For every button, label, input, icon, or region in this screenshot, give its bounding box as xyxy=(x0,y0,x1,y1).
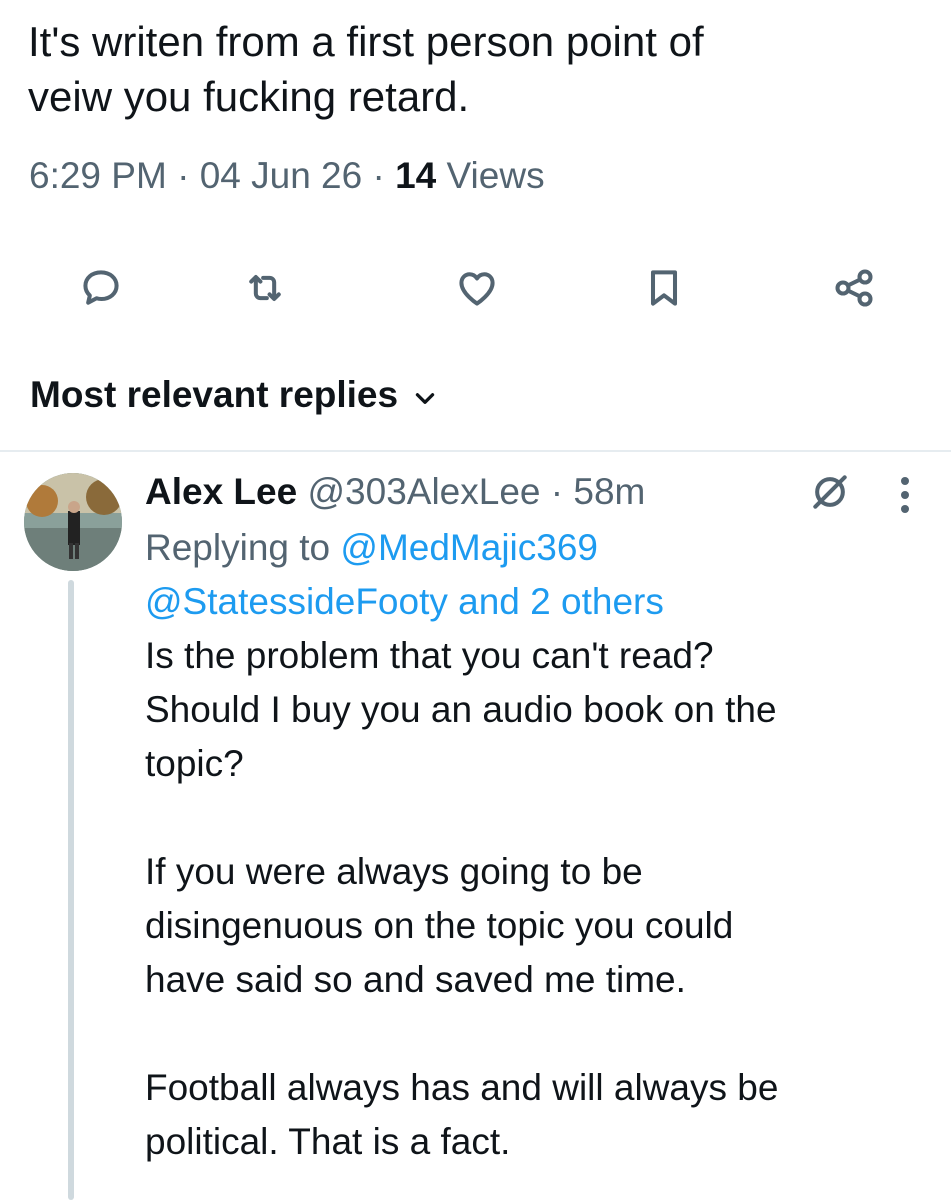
share-button[interactable] xyxy=(824,258,884,318)
replying-prefix: Replying to xyxy=(145,527,331,568)
share-icon xyxy=(835,269,873,307)
reply-age[interactable]: 58m xyxy=(573,471,645,512)
replies-sort-label: Most relevant replies xyxy=(30,374,399,415)
replying-to: Replying to @MedMajic369 @StatessideFoot… xyxy=(145,521,935,629)
bookmark-icon xyxy=(650,270,678,306)
reply-line: have said so and saved me time. xyxy=(145,959,686,1000)
reply-line: If you were always going to be xyxy=(145,851,643,892)
reply-line: political. That is a fact. xyxy=(145,1121,511,1162)
like-button[interactable] xyxy=(447,258,507,318)
chevron-down-icon xyxy=(415,393,435,404)
reply-line: Football always has and will always be xyxy=(145,1067,779,1108)
reply-line: disingenuous on the topic you could xyxy=(145,905,734,946)
tweet-text-line: It's writen from a first person point of xyxy=(28,18,704,65)
replying-user-link[interactable]: @MedMajic369 xyxy=(340,527,598,568)
bookmark-button[interactable] xyxy=(634,258,694,318)
reply-line: Is the problem that you can't read? xyxy=(145,635,714,676)
reply-line: Should I buy you an audio book on the xyxy=(145,689,777,730)
retweet-icon xyxy=(249,274,281,302)
action-bar xyxy=(0,258,951,318)
thread-line xyxy=(68,580,74,1200)
reply-author-handle[interactable]: @303AlexLee xyxy=(307,471,540,512)
tweet-date[interactable]: 04 Jun 26 xyxy=(200,155,363,196)
replies-sort-dropdown[interactable]: Most relevant replies xyxy=(30,370,438,420)
meta-separator: · xyxy=(177,155,190,196)
avatar[interactable] xyxy=(24,473,122,571)
reply-button[interactable] xyxy=(71,258,131,318)
tweet-meta: 6:29 PM · 04 Jun 26 · 14 Views xyxy=(29,151,545,201)
meta-separator: · xyxy=(550,471,564,512)
more-options-icon[interactable] xyxy=(893,475,917,515)
views-label: Views xyxy=(446,155,545,196)
heart-icon xyxy=(459,272,495,306)
replying-users-link[interactable]: @StatessideFooty and 2 others xyxy=(145,581,664,622)
reply-icon xyxy=(83,270,119,305)
tweet-time[interactable]: 6:29 PM xyxy=(29,155,167,196)
meta-separator: · xyxy=(372,155,385,196)
tweet-text: It's writen from a first person point of… xyxy=(28,14,928,124)
avatar-photo xyxy=(24,473,122,571)
retweet-button[interactable] xyxy=(235,258,295,318)
grok-icon[interactable] xyxy=(808,470,852,514)
reply: Alex Lee @303AlexLee · 58m Replying to @… xyxy=(145,467,935,1169)
tweet-text-line: veiw you fucking retard. xyxy=(28,73,470,120)
views-count: 14 xyxy=(395,155,437,196)
reply-body: Is the problem that you can't read? Shou… xyxy=(145,629,935,1169)
reply-line: topic? xyxy=(145,743,244,784)
divider xyxy=(0,450,951,452)
reply-author-name[interactable]: Alex Lee xyxy=(145,471,297,512)
